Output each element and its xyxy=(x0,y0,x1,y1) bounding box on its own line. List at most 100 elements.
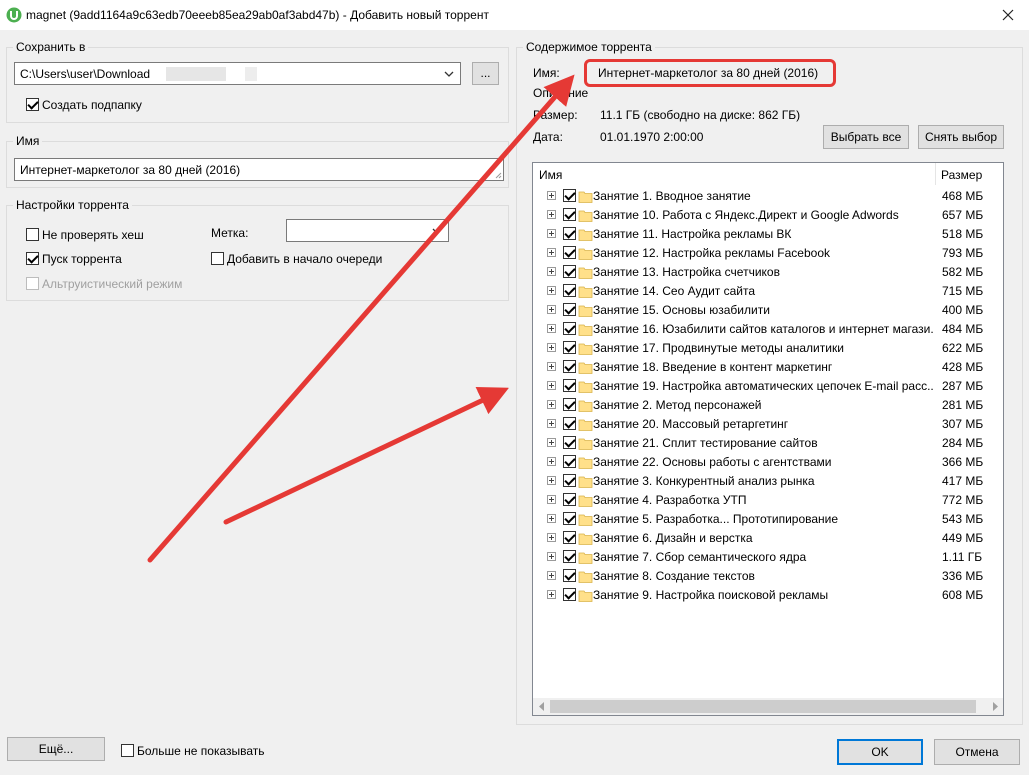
file-checkbox[interactable] xyxy=(563,436,576,449)
file-checkbox[interactable] xyxy=(563,588,576,601)
cancel-button[interactable]: Отмена xyxy=(934,739,1020,765)
file-size: 622 МБ xyxy=(942,341,984,355)
column-header-size[interactable]: Размер xyxy=(941,168,982,182)
file-tree-row[interactable]: Занятие 19. Настройка автоматических цеп… xyxy=(533,377,1003,396)
create-subfolder-checkbox[interactable] xyxy=(26,98,39,111)
scroll-right-icon[interactable] xyxy=(990,701,1000,712)
file-checkbox[interactable] xyxy=(563,341,576,354)
file-tree-row[interactable]: Занятие 6. Дизайн и верстка 449 МБ xyxy=(533,529,1003,548)
file-tree-row[interactable]: Занятие 16. Юзабилити сайтов каталогов и… xyxy=(533,320,1003,339)
file-tree-row[interactable]: Занятие 1. Вводное занятие 468 МБ xyxy=(533,187,1003,206)
file-checkbox[interactable] xyxy=(563,189,576,202)
file-tree-row[interactable]: Занятие 7. Сбор семантического ядра 1.11 … xyxy=(533,548,1003,567)
file-tree-row[interactable]: Занятие 20. Массовый ретаргетинг 307 МБ xyxy=(533,415,1003,434)
altruistic-mode-checkbox[interactable] xyxy=(26,277,39,290)
expand-plus-icon[interactable] xyxy=(547,400,556,409)
file-tree-row[interactable]: Занятие 8. Создание текстов 336 МБ xyxy=(533,567,1003,586)
expand-plus-icon[interactable] xyxy=(547,191,556,200)
file-checkbox[interactable] xyxy=(563,208,576,221)
file-tree-row[interactable]: Занятие 2. Метод персонажей 281 МБ xyxy=(533,396,1003,415)
file-tree-row[interactable]: Занятие 11. Настройка рекламы ВК 518 МБ xyxy=(533,225,1003,244)
file-tree-row[interactable]: Занятие 12. Настройка рекламы Facebook 79… xyxy=(533,244,1003,263)
file-tree-row[interactable]: Занятие 4. Разработка УТП 772 МБ xyxy=(533,491,1003,510)
expand-plus-icon[interactable] xyxy=(547,229,556,238)
file-name: Занятие 12. Настройка рекламы Facebook xyxy=(593,246,830,260)
column-header-name[interactable]: Имя xyxy=(539,168,562,182)
file-checkbox[interactable] xyxy=(563,246,576,259)
more-button[interactable]: Ещё... xyxy=(7,737,105,761)
column-separator[interactable] xyxy=(935,163,936,185)
file-tree-row[interactable]: Занятие 9. Настройка поисковой рекламы 60… xyxy=(533,586,1003,605)
expand-plus-icon[interactable] xyxy=(547,305,556,314)
file-tree-row[interactable]: Занятие 22. Основы работы с агентствами 3… xyxy=(533,453,1003,472)
select-all-button[interactable]: Выбрать все xyxy=(823,125,909,149)
file-tree-row[interactable]: Занятие 18. Введение в контент маркетинг… xyxy=(533,358,1003,377)
file-checkbox[interactable] xyxy=(563,550,576,563)
close-button[interactable] xyxy=(990,2,1026,28)
file-tree-row[interactable]: Занятие 10. Работа с Яндекс.Директ и Goo… xyxy=(533,206,1003,225)
file-checkbox[interactable] xyxy=(563,265,576,278)
expand-plus-icon[interactable] xyxy=(547,438,556,447)
expand-plus-icon[interactable] xyxy=(547,362,556,371)
file-size: 543 МБ xyxy=(942,512,984,526)
file-tree-row[interactable]: Занятие 21. Сплит тестирование сайтов 284… xyxy=(533,434,1003,453)
folder-icon xyxy=(578,476,593,488)
add-to-queue-top-checkbox[interactable] xyxy=(211,252,224,265)
expand-plus-icon[interactable] xyxy=(547,381,556,390)
file-tree-row[interactable]: Занятие 5. Разработка... Прототипировани… xyxy=(533,510,1003,529)
utorrent-logo-icon xyxy=(6,7,22,23)
expand-plus-icon[interactable] xyxy=(547,476,556,485)
horizontal-scrollbar[interactable] xyxy=(533,698,1003,715)
file-checkbox[interactable] xyxy=(563,398,576,411)
save-path-combo[interactable]: C:\Users\user\Download xyxy=(14,62,461,85)
file-checkbox[interactable] xyxy=(563,569,576,582)
torrent-contents-legend: Содержимое торрента xyxy=(526,40,652,54)
expand-plus-icon[interactable] xyxy=(547,514,556,523)
expand-plus-icon[interactable] xyxy=(547,457,556,466)
file-checkbox[interactable] xyxy=(563,303,576,316)
file-checkbox[interactable] xyxy=(563,493,576,506)
file-tree-row[interactable]: Занятие 13. Настройка счетчиков 582 МБ xyxy=(533,263,1003,282)
file-checkbox[interactable] xyxy=(563,455,576,468)
start-torrent-checkbox[interactable] xyxy=(26,252,39,265)
skip-hash-checkbox[interactable] xyxy=(26,228,39,241)
file-tree-row[interactable]: Занятие 17. Продвинутые методы аналитики… xyxy=(533,339,1003,358)
browse-button[interactable]: ... xyxy=(472,62,499,85)
expand-plus-icon[interactable] xyxy=(547,267,556,276)
expand-plus-icon[interactable] xyxy=(547,533,556,542)
expand-plus-icon[interactable] xyxy=(547,343,556,352)
file-checkbox[interactable] xyxy=(563,379,576,392)
torrent-name-input[interactable]: Интернет-маркетолог за 80 дней (2016) xyxy=(14,158,504,181)
file-tree-row[interactable]: Занятие 14. Сео Аудит сайта 715 МБ xyxy=(533,282,1003,301)
expand-plus-icon[interactable] xyxy=(547,552,556,561)
expand-plus-icon[interactable] xyxy=(547,495,556,504)
file-checkbox[interactable] xyxy=(563,360,576,373)
file-checkbox[interactable] xyxy=(563,474,576,487)
label-combo[interactable] xyxy=(286,219,449,242)
expand-plus-icon[interactable] xyxy=(547,286,556,295)
expand-plus-icon[interactable] xyxy=(547,590,556,599)
deselect-all-button[interactable]: Снять выбор xyxy=(918,125,1004,149)
scroll-left-icon[interactable] xyxy=(537,701,547,712)
file-size: 400 МБ xyxy=(942,303,984,317)
file-size: 284 МБ xyxy=(942,436,984,450)
expand-plus-icon[interactable] xyxy=(547,571,556,580)
ok-button[interactable]: OK xyxy=(837,739,923,765)
folder-icon xyxy=(578,191,593,203)
expand-plus-icon[interactable] xyxy=(547,324,556,333)
folder-icon xyxy=(578,400,593,412)
expand-plus-icon[interactable] xyxy=(547,210,556,219)
file-checkbox[interactable] xyxy=(563,417,576,430)
file-checkbox[interactable] xyxy=(563,531,576,544)
expand-plus-icon[interactable] xyxy=(547,248,556,257)
file-tree-row[interactable]: Занятие 3. Конкурентный анализ рынка 417 … xyxy=(533,472,1003,491)
file-checkbox[interactable] xyxy=(563,322,576,335)
file-checkbox[interactable] xyxy=(563,227,576,240)
file-tree-row[interactable]: Занятие 15. Основы юзабилити 400 МБ xyxy=(533,301,1003,320)
file-checkbox[interactable] xyxy=(563,512,576,525)
file-tree[interactable]: Имя Размер Занятие 1. Вводное занятие 468… xyxy=(532,162,1004,716)
expand-plus-icon[interactable] xyxy=(547,419,556,428)
scrollbar-thumb[interactable] xyxy=(550,700,976,713)
dont-show-again-checkbox[interactable] xyxy=(121,744,134,757)
file-checkbox[interactable] xyxy=(563,284,576,297)
